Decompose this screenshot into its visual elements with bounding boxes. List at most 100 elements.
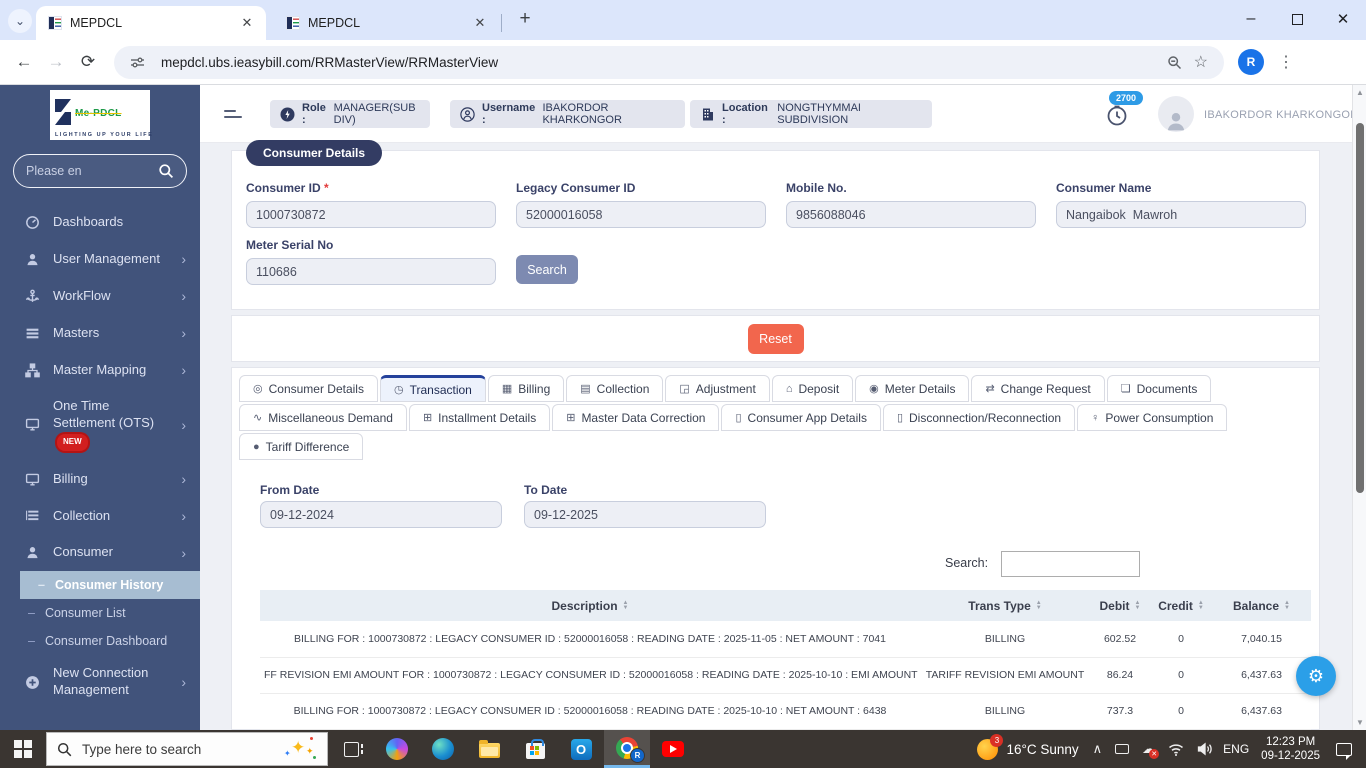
browser-profile-avatar[interactable]: R [1238,49,1264,75]
table-row[interactable]: BILLING FOR : 1000730872 : LEGACY CONSUM… [260,693,1311,730]
microsoft-store-button[interactable] [512,730,558,768]
tab-meter-details[interactable]: ◉ Meter Details [855,375,970,402]
onedrive-icon[interactable]: ☁ ✕ [1142,741,1160,759]
bookmark-star-icon[interactable]: ☆ [1194,52,1208,72]
url-text[interactable]: mepdcl.ubs.ieasybill.com/RRMasterView/RR… [161,55,1161,70]
hamburger-menu-icon[interactable] [224,106,242,122]
sidebar-search[interactable] [13,154,187,188]
settings-gear-fab[interactable]: ⚙ [1296,656,1336,696]
column-header-trans-type[interactable]: Trans Type ▲ ▼ [920,590,1090,621]
window-close-button[interactable]: ✕ [1320,0,1366,38]
forward-button[interactable]: → [40,52,72,72]
tab-transaction[interactable]: ◷ Transaction [379,375,486,402]
tab-documents[interactable]: ❏ Documents [1106,375,1212,402]
legacy-consumer-id-input[interactable] [516,201,766,228]
start-button[interactable] [0,730,46,768]
tab-adjustment[interactable]: ◲ Adjustment [665,375,770,402]
sidebar-subitem-consumer-history[interactable]: – Consumer History [20,571,200,600]
tab-tariff-difference[interactable]: ● Tariff Difference [239,433,364,460]
sidebar-item-workflow[interactable]: WorkFlow › [0,278,200,315]
sidebar-item-consumer[interactable]: Consumer › [0,534,200,571]
to-date-input[interactable] [524,501,766,528]
volume-icon[interactable] [1197,742,1213,756]
file-explorer-button[interactable] [466,730,512,768]
tab-billing[interactable]: ▦ Billing [487,375,565,402]
sidebar-item-master-mapping[interactable]: Master Mapping › [0,352,200,389]
tab-close-icon[interactable]: ✕ [238,14,256,32]
tray-expand-chevron-icon[interactable]: ∧ [1093,741,1103,757]
search-icon[interactable] [158,163,174,179]
browser-tab-2[interactable]: MEPDCL ✕ [274,6,499,40]
language-indicator[interactable]: ENG [1223,742,1249,756]
back-button[interactable]: ← [8,52,40,72]
window-restore-button[interactable] [1274,0,1320,38]
scrollbar-thumb[interactable] [1356,123,1364,493]
sidebar-item-user-management[interactable]: User Management › [0,241,200,278]
window-minimize-button[interactable]: – [1228,0,1274,38]
tab-installment-details[interactable]: ⊞ Installment Details [408,404,551,431]
folder-icon [478,740,500,758]
wifi-icon[interactable] [1168,743,1184,756]
outlook-button[interactable]: O [558,730,604,768]
tab-change-request[interactable]: ⇄ Change Request [971,375,1105,402]
edge-button[interactable] [420,730,466,768]
tab-consumer-app-details[interactable]: ▯ Consumer App Details [721,404,881,431]
table-search-input[interactable] [1001,551,1140,577]
meter-serial-input[interactable] [246,258,496,285]
column-header-balance[interactable]: Balance ▲ ▼ [1212,590,1311,621]
sidebar-item-dashboards[interactable]: Dashboards [0,204,200,241]
new-tab-button[interactable]: + [512,6,538,32]
task-view-button[interactable] [328,730,374,768]
sidebar-item-new-connection-management[interactable]: New Connection Management › [0,655,200,709]
weather-widget[interactable]: 3 16°C Sunny [977,733,1079,760]
from-date-input[interactable] [260,501,502,528]
column-header-credit[interactable]: Credit ▲ ▼ [1150,590,1212,621]
table-row[interactable]: BILLING FOR : 1000730872 : LEGACY CONSUM… [260,621,1311,658]
reset-button[interactable]: Reset [747,323,804,354]
youtube-button[interactable] [650,730,696,768]
sort-icon: ▲ ▼ [1284,599,1290,611]
column-header-debit[interactable]: Debit ▲ ▼ [1090,590,1150,621]
tab-collection[interactable]: ▤ Collection [566,375,664,402]
sidebar-item-collection[interactable]: Collection › [0,498,200,535]
consumer-id-input[interactable] [246,201,496,228]
tab-power-consumption[interactable]: ♀ Power Consumption [1077,404,1228,431]
sidebar-subitem-consumer-list[interactable]: – Consumer List [0,599,200,627]
chrome-button-active[interactable]: R [604,730,650,768]
column-header-description[interactable]: Description ▲ ▼ [260,590,920,621]
user-avatar[interactable] [1158,96,1194,132]
scroll-up-icon[interactable]: ▲ [1353,88,1366,97]
search-button[interactable]: Search [516,255,578,284]
wireless-display-icon[interactable] [1115,744,1130,754]
address-bar[interactable]: mepdcl.ubs.ieasybill.com/RRMasterView/RR… [114,45,1224,79]
sidebar-item-masters[interactable]: Masters › [0,315,200,352]
browser-tab-1[interactable]: MEPDCL ✕ [36,6,266,40]
sidebar-item-billing[interactable]: Billing › [0,461,200,498]
notification-center-icon[interactable] [1336,742,1352,760]
site-settings-icon[interactable] [130,55,145,70]
copilot-button[interactable] [374,730,420,768]
session-timer[interactable]: 2700 [1105,91,1144,129]
taskbar-search[interactable]: Type here to search ✦ ✦ ✦ [46,732,328,766]
tab-consumer-details[interactable]: ◎ Consumer Details [239,375,378,402]
tab-deposit[interactable]: ⌂ Deposit [771,375,854,402]
table-row[interactable]: FF REVISION EMI AMOUNT FOR : 1000730872 … [260,657,1311,694]
consumer-name-input[interactable] [1056,201,1306,228]
tab-disconnection-reconnection[interactable]: ▯ Disconnection/Reconnection [882,404,1076,431]
mobile-no-input[interactable] [786,201,1036,228]
tab-close-icon[interactable]: ✕ [471,14,489,32]
browser-menu-icon[interactable]: ⋮ [1274,52,1298,72]
reload-button[interactable]: ⟳ [72,52,104,72]
tab-search-chevron-icon[interactable]: ⌄ [8,9,32,33]
sidebar-search-input[interactable] [26,164,158,178]
page-scrollbar[interactable]: ▲ ▼ [1352,85,1366,730]
sidebar-item-one-time-settlement-ots[interactable]: One Time Settlement (OTS) NEW › [0,388,200,460]
sidebar-subitem-consumer-dashboard[interactable]: – Consumer Dashboard [0,627,200,655]
role-value: MANAGER(SUB DIV) [333,102,416,126]
tab-miscellaneous-demand[interactable]: ∿ Miscellaneous Demand [239,404,407,431]
taskbar-clock[interactable]: 12:23 PM 09-12-2025 [1261,735,1320,763]
zoom-indicator-icon[interactable] [1167,55,1182,70]
scroll-down-icon[interactable]: ▼ [1353,718,1366,727]
tab-master-data-correction[interactable]: ⊞ Master Data Correction [552,404,720,431]
tab-label: Consumer Details [268,381,364,396]
